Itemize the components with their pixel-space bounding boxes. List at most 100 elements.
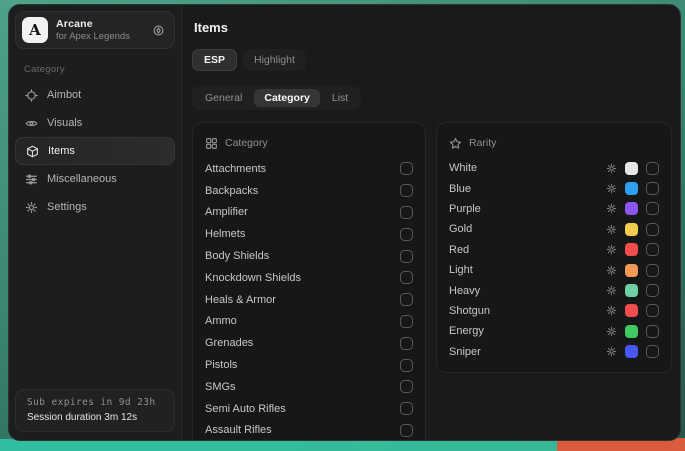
category-row-label: Grenades bbox=[205, 337, 253, 349]
checkbox[interactable] bbox=[400, 293, 413, 306]
checkbox[interactable] bbox=[400, 402, 413, 415]
tab-esp[interactable]: ESP bbox=[192, 49, 237, 71]
session-duration-value: 3m 12s bbox=[104, 412, 137, 423]
rarity-row: Light bbox=[449, 260, 659, 280]
rarity-row-controls bbox=[606, 284, 659, 297]
sidebar-section-label: Category bbox=[24, 64, 175, 75]
desktop-background: A Arcane for Apex Legends Category Aimbo… bbox=[0, 0, 685, 451]
sidebar-nav: Aimbot VisualsItems Miscellaneous Settings bbox=[15, 81, 175, 221]
color-swatch[interactable] bbox=[625, 223, 638, 236]
gear-icon[interactable] bbox=[606, 183, 617, 194]
rarity-row-controls bbox=[606, 243, 659, 256]
star-icon bbox=[449, 137, 462, 150]
checkbox[interactable] bbox=[646, 202, 659, 215]
rarity-row: Shotgun bbox=[449, 301, 659, 321]
gear-icon[interactable] bbox=[606, 326, 617, 337]
rarity-list: WhiteBluePurpleGoldRedLightHeavyShotgunE… bbox=[449, 158, 659, 362]
category-panel-header: Category bbox=[205, 130, 413, 156]
category-row-label: Heals & Armor bbox=[205, 294, 276, 306]
category-row: Amplifier bbox=[205, 202, 413, 224]
rarity-row: Purple bbox=[449, 199, 659, 219]
checkbox[interactable] bbox=[400, 337, 413, 350]
color-swatch[interactable] bbox=[625, 264, 638, 277]
sidebar-item-label: Aimbot bbox=[47, 89, 81, 101]
gear-icon[interactable] bbox=[606, 305, 617, 316]
view-tab-category[interactable]: Category bbox=[254, 89, 320, 107]
sidebar-item-visuals[interactable]: Visuals bbox=[15, 109, 175, 137]
rarity-row-label: Light bbox=[449, 264, 473, 276]
eye-icon bbox=[25, 117, 38, 130]
checkbox[interactable] bbox=[646, 284, 659, 297]
checkbox[interactable] bbox=[646, 243, 659, 256]
view-tab-list[interactable]: List bbox=[322, 89, 358, 107]
sidebar-item-settings[interactable]: Settings bbox=[15, 193, 175, 221]
rarity-panel-title: Rarity bbox=[469, 137, 496, 149]
rarity-row-label: Energy bbox=[449, 325, 484, 337]
color-swatch[interactable] bbox=[625, 243, 638, 256]
checkbox[interactable] bbox=[646, 223, 659, 236]
compass-icon[interactable] bbox=[152, 24, 165, 37]
checkbox[interactable] bbox=[400, 424, 413, 437]
rarity-row-controls bbox=[606, 202, 659, 215]
category-row-label: Semi Auto Rifles bbox=[205, 403, 286, 415]
checkbox[interactable] bbox=[646, 162, 659, 175]
checkbox[interactable] bbox=[400, 206, 413, 219]
rarity-row-controls bbox=[606, 325, 659, 338]
checkbox[interactable] bbox=[400, 271, 413, 284]
sidebar-item-aimbot[interactable]: Aimbot bbox=[15, 81, 175, 109]
checkbox[interactable] bbox=[646, 345, 659, 358]
color-swatch[interactable] bbox=[625, 202, 638, 215]
sidebar-item-items[interactable]: Items bbox=[15, 137, 175, 165]
color-swatch[interactable] bbox=[625, 182, 638, 195]
checkbox[interactable] bbox=[400, 359, 413, 372]
gear-icon[interactable] bbox=[606, 244, 617, 255]
checkbox[interactable] bbox=[400, 250, 413, 263]
rarity-row: Red bbox=[449, 240, 659, 260]
checkbox[interactable] bbox=[400, 184, 413, 197]
gear-icon[interactable] bbox=[606, 203, 617, 214]
mode-tabs: ESP Highlight bbox=[192, 49, 672, 71]
view-tab-general[interactable]: General bbox=[195, 89, 252, 107]
color-swatch[interactable] bbox=[625, 284, 638, 297]
color-swatch[interactable] bbox=[625, 345, 638, 358]
tab-highlight[interactable]: Highlight bbox=[243, 49, 306, 71]
category-row: Assault Rifles bbox=[205, 420, 413, 441]
color-swatch[interactable] bbox=[625, 325, 638, 338]
rarity-row-controls bbox=[606, 182, 659, 195]
category-row: Pistols bbox=[205, 354, 413, 376]
app-name: Arcane bbox=[56, 18, 130, 30]
rarity-row-label: Heavy bbox=[449, 285, 480, 297]
rarity-row-controls bbox=[606, 264, 659, 277]
rarity-row: Blue bbox=[449, 178, 659, 198]
gear-icon[interactable] bbox=[606, 346, 617, 357]
rarity-panel-header: Rarity bbox=[449, 130, 659, 156]
app-header-card: A Arcane for Apex Legends bbox=[15, 11, 175, 49]
checkbox[interactable] bbox=[400, 228, 413, 241]
rarity-row-label: Red bbox=[449, 244, 469, 256]
rarity-row: White bbox=[449, 158, 659, 178]
gear-icon[interactable] bbox=[606, 224, 617, 235]
checkbox[interactable] bbox=[400, 315, 413, 328]
checkbox[interactable] bbox=[646, 182, 659, 195]
gear-icon[interactable] bbox=[606, 265, 617, 276]
category-row: SMGs bbox=[205, 376, 413, 398]
checkbox[interactable] bbox=[400, 162, 413, 175]
sidebar-item-label: Miscellaneous bbox=[47, 173, 117, 185]
checkbox[interactable] bbox=[646, 264, 659, 277]
checkbox[interactable] bbox=[646, 304, 659, 317]
category-row-label: Helmets bbox=[205, 228, 245, 240]
gear-icon[interactable] bbox=[606, 285, 617, 296]
rarity-panel: Rarity WhiteBluePurpleGoldRedLightHeavyS… bbox=[436, 122, 672, 373]
rarity-row-label: Shotgun bbox=[449, 305, 490, 317]
category-row-label: Assault Rifles bbox=[205, 424, 272, 436]
color-swatch[interactable] bbox=[625, 304, 638, 317]
color-swatch[interactable] bbox=[625, 162, 638, 175]
sidebar: A Arcane for Apex Legends Category Aimbo… bbox=[9, 5, 182, 440]
rarity-row: Heavy bbox=[449, 280, 659, 300]
gear-icon[interactable] bbox=[606, 163, 617, 174]
subscription-status-card: Sub expires in 9d 23h Session duration 3… bbox=[15, 389, 175, 432]
checkbox[interactable] bbox=[400, 380, 413, 393]
checkbox[interactable] bbox=[646, 325, 659, 338]
sidebar-item-miscellaneous[interactable]: Miscellaneous bbox=[15, 165, 175, 193]
category-row: Body Shields bbox=[205, 245, 413, 267]
